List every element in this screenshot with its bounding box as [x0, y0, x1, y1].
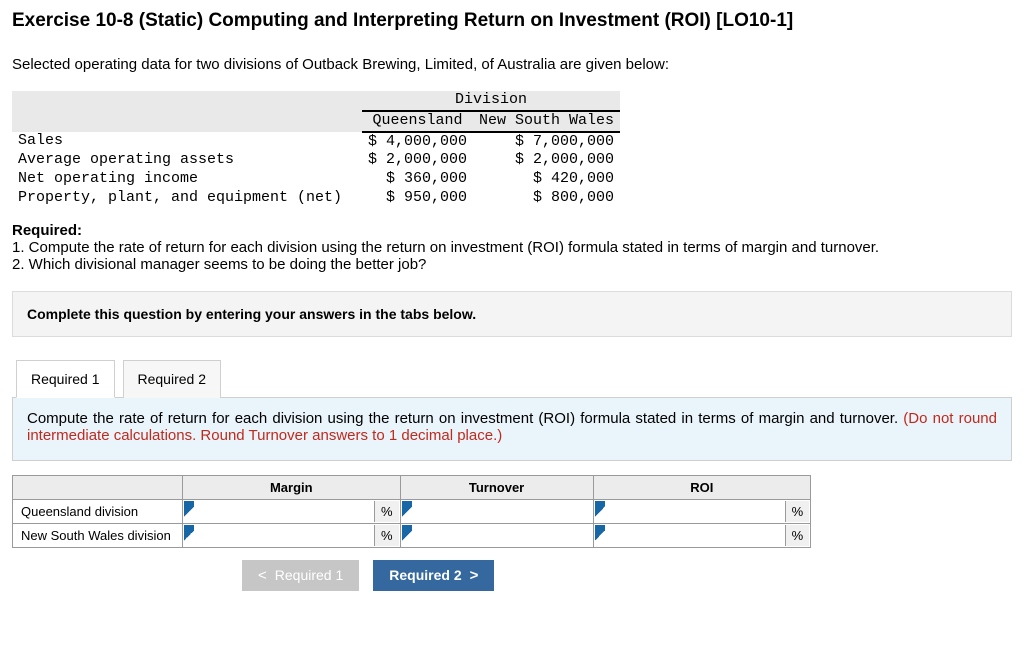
- nsw-margin-input[interactable]: [194, 525, 374, 546]
- intro-text: Selected operating data for two division…: [12, 56, 1012, 73]
- division-header: Division: [362, 91, 620, 111]
- nsw-roi-input[interactable]: [605, 525, 785, 546]
- tab-required-1[interactable]: Required 1: [16, 360, 115, 398]
- nav-prev-button[interactable]: < Required 1: [242, 560, 359, 591]
- cell-handle-icon: [402, 501, 412, 522]
- percent-unit: %: [374, 501, 399, 522]
- cell-handle-icon: [595, 501, 605, 522]
- required-item-2: 2. Which divisional manager seems to be …: [12, 256, 1012, 273]
- tab-panel-required-1: Compute the rate of return for each divi…: [12, 397, 1012, 461]
- chevron-right-icon: >: [470, 567, 479, 584]
- row-noi: Net operating income $ 360,000 $ 420,000: [12, 170, 620, 189]
- row-avg-assets: Average operating assets $ 2,000,000 $ 2…: [12, 151, 620, 170]
- prompt-box: Complete this question by entering your …: [12, 291, 1012, 337]
- row-sales: Sales $ 4,000,000 $ 7,000,000: [12, 132, 620, 152]
- page-title: Exercise 10-8 (Static) Computing and Int…: [12, 10, 1012, 32]
- nav-prev-label: Required 1: [275, 567, 344, 583]
- required-item-1: 1. Compute the rate of return for each d…: [12, 239, 1012, 256]
- tabs-row: Required 1 Required 2: [16, 359, 1012, 397]
- panel-instruction: Compute the rate of return for each divi…: [27, 410, 903, 427]
- answer-row-queensland: Queensland division % %: [13, 499, 811, 523]
- row-label: Queensland division: [13, 499, 183, 523]
- percent-unit: %: [785, 525, 810, 546]
- q-turnover-input[interactable]: [412, 501, 592, 522]
- q-margin-input[interactable]: [194, 501, 374, 522]
- percent-unit: %: [785, 501, 810, 522]
- nav-row: < Required 1 Required 2 >: [242, 560, 1012, 591]
- q-roi-input[interactable]: [605, 501, 785, 522]
- division-data-table: Division Queensland New South Wales Sale…: [12, 91, 620, 208]
- corner-cell: [13, 475, 183, 499]
- col-margin: Margin: [183, 475, 401, 499]
- col-queensland: Queensland: [362, 111, 473, 132]
- nav-next-label: Required 2: [389, 567, 461, 583]
- answer-table: Margin Turnover ROI Queensland division …: [12, 475, 811, 548]
- col-roi: ROI: [593, 475, 811, 499]
- col-turnover: Turnover: [400, 475, 593, 499]
- col-nsw: New South Wales: [473, 111, 620, 132]
- cell-handle-icon: [184, 501, 194, 522]
- nsw-turnover-input[interactable]: [412, 525, 592, 546]
- cell-handle-icon: [184, 525, 194, 546]
- chevron-left-icon: <: [258, 567, 267, 584]
- nav-next-button[interactable]: Required 2 >: [373, 560, 494, 591]
- percent-unit: %: [374, 525, 399, 546]
- cell-handle-icon: [402, 525, 412, 546]
- row-label: New South Wales division: [13, 523, 183, 547]
- required-label: Required:: [12, 222, 1012, 239]
- cell-handle-icon: [595, 525, 605, 546]
- row-ppe: Property, plant, and equipment (net) $ 9…: [12, 189, 620, 208]
- answer-row-nsw: New South Wales division % %: [13, 523, 811, 547]
- tab-required-2[interactable]: Required 2: [123, 360, 222, 398]
- required-block: Required: 1. Compute the rate of return …: [12, 222, 1012, 273]
